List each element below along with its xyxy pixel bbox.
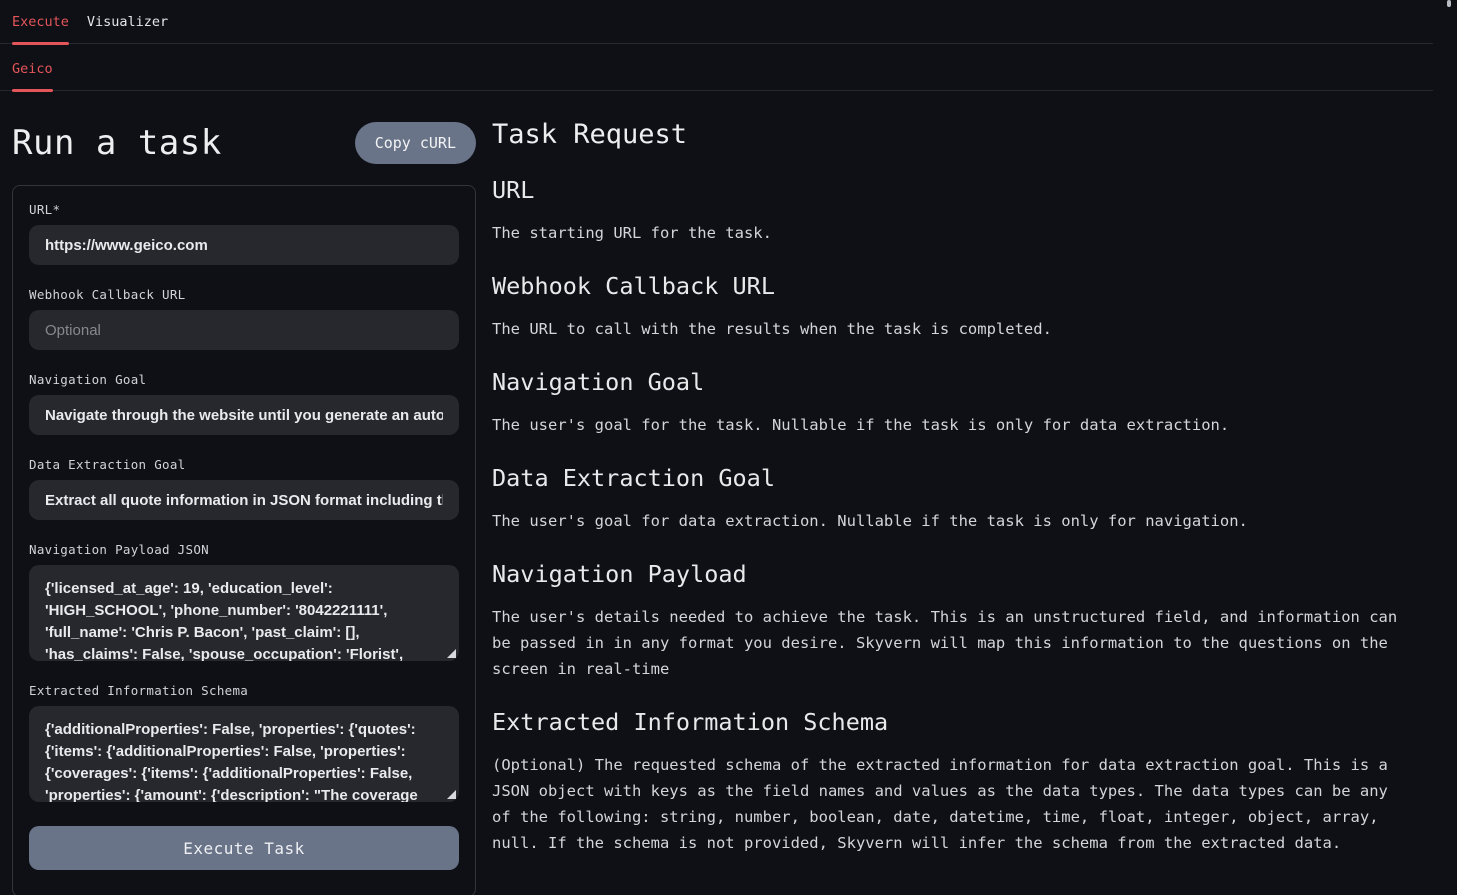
- doc-heading: Extracted Information Schema: [492, 708, 1424, 736]
- doc-body: The user's goal for the task. Nullable i…: [492, 412, 1412, 438]
- field-data-extraction-goal: Data Extraction Goal: [29, 457, 459, 520]
- doc-heading: Navigation Payload: [492, 560, 1424, 588]
- execute-task-button[interactable]: Execute Task: [29, 826, 459, 870]
- doc-body: The user's details needed to achieve the…: [492, 604, 1412, 682]
- data-extraction-goal-label: Data Extraction Goal: [29, 457, 459, 472]
- navigation-payload-json-input[interactable]: {'licensed_at_age': 19, 'education_level…: [29, 565, 459, 661]
- resize-grip-icon[interactable]: [447, 649, 456, 658]
- doc-section-extracted-information-schema: Extracted Information Schema (Optional) …: [492, 708, 1424, 856]
- doc-body: (Optional) The requested schema of the e…: [492, 752, 1412, 856]
- doc-body: The user's goal for data extraction. Nul…: [492, 508, 1412, 534]
- main-tabbar: Execute Visualizer: [0, 0, 1433, 44]
- sub-tabbar: Geico: [0, 44, 1433, 91]
- field-url: URL*: [29, 202, 459, 265]
- doc-section-navigation-goal: Navigation Goal The user's goal for the …: [492, 368, 1424, 438]
- run-task-header: Run a task Copy cURL: [12, 111, 476, 175]
- copy-curl-button[interactable]: Copy cURL: [355, 122, 476, 164]
- page-title: Run a task: [12, 123, 222, 163]
- doc-heading: Navigation Goal: [492, 368, 1424, 396]
- field-navigation-goal: Navigation Goal: [29, 372, 459, 435]
- doc-body: The URL to call with the results when th…: [492, 316, 1412, 342]
- tab-geico[interactable]: Geico: [12, 61, 53, 90]
- url-input[interactable]: [29, 225, 459, 265]
- field-webhook-callback-url: Webhook Callback URL: [29, 287, 459, 350]
- tab-execute[interactable]: Execute: [12, 14, 69, 43]
- extracted-information-schema-input[interactable]: {'additionalProperties': False, 'propert…: [29, 706, 459, 802]
- field-extracted-information-schema: Extracted Information Schema {'additiona…: [29, 683, 459, 802]
- docs-title: Task Request: [492, 119, 1424, 150]
- doc-section-webhook-callback-url: Webhook Callback URL The URL to call wit…: [492, 272, 1424, 342]
- navigation-goal-input[interactable]: [29, 395, 459, 435]
- data-extraction-goal-input[interactable]: [29, 480, 459, 520]
- navigation-payload-json-label: Navigation Payload JSON: [29, 542, 459, 557]
- resize-grip-icon[interactable]: [447, 790, 456, 799]
- doc-body: The starting URL for the task.: [492, 220, 1412, 246]
- doc-heading: URL: [492, 176, 1424, 204]
- webhook-callback-url-label: Webhook Callback URL: [29, 287, 459, 302]
- extracted-information-schema-label: Extracted Information Schema: [29, 683, 459, 698]
- task-form: URL* Webhook Callback URL Navigation Goa…: [12, 185, 476, 895]
- run-task-panel: Run a task Copy cURL URL* Webhook Callba…: [12, 111, 476, 895]
- field-navigation-payload-json: Navigation Payload JSON {'licensed_at_ag…: [29, 542, 459, 661]
- tab-visualizer[interactable]: Visualizer: [87, 14, 168, 43]
- doc-heading: Webhook Callback URL: [492, 272, 1424, 300]
- task-request-docs: Task Request URL The starting URL for th…: [492, 111, 1424, 856]
- scrollbar-thumb[interactable]: [1447, 0, 1451, 7]
- webhook-callback-url-input[interactable]: [29, 310, 459, 350]
- doc-section-url: URL The starting URL for the task.: [492, 176, 1424, 246]
- page-header: Execute Visualizer Geico: [0, 0, 1457, 91]
- main-content: Run a task Copy cURL URL* Webhook Callba…: [0, 91, 1457, 895]
- doc-heading: Data Extraction Goal: [492, 464, 1424, 492]
- doc-section-data-extraction-goal: Data Extraction Goal The user's goal for…: [492, 464, 1424, 534]
- doc-section-navigation-payload: Navigation Payload The user's details ne…: [492, 560, 1424, 682]
- navigation-goal-label: Navigation Goal: [29, 372, 459, 387]
- url-label: URL*: [29, 202, 459, 217]
